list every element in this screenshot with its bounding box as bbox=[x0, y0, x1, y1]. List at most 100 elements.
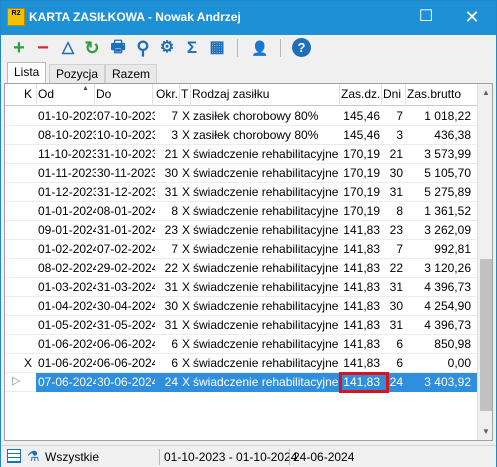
header-k[interactable]: K bbox=[24, 87, 32, 101]
status-date: 24-06-2024 bbox=[293, 450, 355, 464]
cell-zas-dz: 170,19 bbox=[343, 204, 380, 218]
cell-k: X bbox=[24, 356, 33, 370]
table-row[interactable]: 01-06-2024 06-06-2024 6 Xświadczenie rehabi… bbox=[5, 335, 477, 354]
cell-okr: 22 bbox=[164, 261, 178, 275]
header-divider bbox=[152, 84, 153, 106]
table-row[interactable]: 01-04-2024 30-04-2024 30 Xświadczenie rehab… bbox=[5, 297, 477, 316]
filter-icon[interactable]: ⚗ bbox=[27, 448, 40, 465]
cell-zas-brutto: 850,98 bbox=[434, 337, 471, 351]
add-icon[interactable]: + bbox=[9, 38, 29, 58]
allowance-grid[interactable]: K Od ▲ Do Okr. T Rodzaj zasiłku Zas.dz. … bbox=[4, 83, 493, 441]
settings-icon[interactable]: ⚙ bbox=[157, 38, 177, 58]
cell-dni: 8 bbox=[396, 204, 403, 218]
header-divider bbox=[405, 84, 406, 106]
app-icon: R2 bbox=[7, 8, 25, 26]
header-zas-brutto[interactable]: Zas.brutto bbox=[407, 87, 461, 101]
tab-pozycja[interactable]: Pozycja bbox=[49, 64, 106, 83]
cell-zas-brutto: 3 262,09 bbox=[424, 223, 471, 237]
header-zas-dz[interactable]: Zas.dz. bbox=[341, 87, 380, 101]
scroll-up-icon[interactable]: ▲ bbox=[478, 84, 492, 101]
table-row[interactable]: 01-12-2023 31-12-2023 31 Xświadczenie rehab… bbox=[5, 183, 477, 202]
cell-okr: 21 bbox=[164, 147, 178, 161]
cell-dni: 23 bbox=[389, 223, 403, 237]
cell-zas-brutto: 992,81 bbox=[434, 242, 471, 256]
status-separator bbox=[159, 449, 160, 465]
cell-t: X bbox=[182, 223, 191, 237]
table-row[interactable]: 01-11-2023 30-11-2023 30 Xświadczenie rehab… bbox=[5, 164, 477, 183]
cell-rodzaj: świadczenie rehabilitacyjne 90 bbox=[193, 185, 339, 199]
cell-do: 06-06-2024 bbox=[97, 356, 155, 370]
remove-icon[interactable]: − bbox=[33, 38, 53, 58]
cell-od: 01-03-2024 bbox=[38, 280, 96, 294]
cell-do: 29-02-2024 bbox=[97, 261, 155, 275]
cell-od: 01-01-2024 bbox=[38, 204, 96, 218]
cell-do: 30-11-2023 bbox=[97, 166, 155, 180]
scroll-thumb[interactable] bbox=[480, 259, 492, 411]
cell-dni: 22 bbox=[389, 261, 403, 275]
cell-do: 31-01-2024 bbox=[97, 223, 155, 237]
cell-do: 07-10-2023 bbox=[97, 109, 155, 123]
cell-do: 06-06-2024 bbox=[97, 337, 155, 351]
cell-do: 30-06-2024 bbox=[97, 375, 155, 389]
cell-zas-dz: 141,83 bbox=[343, 261, 380, 275]
cell-zas-brutto: 4 396,73 bbox=[424, 318, 471, 332]
cell-od: 01-04-2024 bbox=[38, 299, 96, 313]
grid-icon[interactable] bbox=[7, 449, 21, 463]
cell-zas-brutto: 1 361,52 bbox=[424, 204, 471, 218]
user-add-icon[interactable]: 👤 bbox=[250, 38, 270, 58]
table-row[interactable]: 01-03-2024 31-03-2024 31 Xświadczenie rehab… bbox=[5, 278, 477, 297]
table-row[interactable]: 11-10-2023 31-10-2023 21 Xświadczenie rehab… bbox=[5, 145, 477, 164]
cell-t: X bbox=[182, 337, 191, 351]
search-icon[interactable]: ⚲ bbox=[133, 38, 153, 58]
cell-dni: 6 bbox=[396, 337, 403, 351]
cell-okr: 7 bbox=[171, 242, 178, 256]
table-row[interactable]: X 01-06-2024 06-06-2024 6 Xświadczenie rehab… bbox=[5, 354, 477, 373]
tab-razem[interactable]: Razem bbox=[105, 64, 158, 83]
header-od[interactable]: Od bbox=[38, 87, 54, 101]
window-title: KARTA ZASIŁKOWA - Nowak Andrzej bbox=[29, 10, 241, 24]
cell-rodzaj: świadczenie rehabilitacyjne 75 bbox=[193, 318, 339, 332]
scroll-down-icon[interactable]: ▼ bbox=[478, 423, 492, 440]
cell-t: X bbox=[182, 109, 191, 123]
table-row[interactable]: 01-10-2023 07-10-2023 7 Xzasiłek chorobowy … bbox=[5, 107, 477, 126]
table-row[interactable]: 08-10-2023 10-10-2023 3 Xzasiłek chorobowy … bbox=[5, 126, 477, 145]
cell-t: X bbox=[182, 166, 191, 180]
table-row[interactable]: 01-05-2024 31-05-2024 31 Xświadczenie rehab… bbox=[5, 316, 477, 335]
cell-zas-dz: 141,83 bbox=[343, 242, 380, 256]
table-row[interactable]: ▷ 07-06-2024 30-06-2024 24 Xświadczenie reha… bbox=[5, 372, 477, 393]
header-okr[interactable]: Okr. bbox=[156, 87, 178, 101]
header-dni[interactable]: Dni bbox=[383, 87, 401, 101]
title-bar[interactable]: R2 KARTA ZASIŁKOWA - Nowak Andrzej ☐ ✕ bbox=[1, 1, 496, 35]
cell-t: X bbox=[182, 261, 191, 275]
cell-zas-dz: 141,83 bbox=[343, 318, 380, 332]
cell-zas-dz: 145,46 bbox=[343, 109, 380, 123]
cell-zas-brutto: 3 403,92 bbox=[424, 375, 471, 389]
header-rodzaj[interactable]: Rodzaj zasiłku bbox=[192, 87, 269, 101]
cell-okr: 24 bbox=[164, 375, 178, 389]
cell-do: 07-02-2024 bbox=[97, 242, 155, 256]
refresh-icon[interactable]: ↻ bbox=[82, 38, 102, 58]
vertical-scrollbar[interactable]: ▲ ▼ bbox=[477, 84, 492, 440]
tab-lista[interactable]: Lista bbox=[7, 62, 47, 83]
header-t[interactable]: T bbox=[181, 87, 188, 101]
cell-rodzaj: zasiłek chorobowy 80% bbox=[193, 109, 319, 123]
columns-icon[interactable]: ▦ bbox=[207, 38, 227, 58]
cell-zas-brutto: 0,00 bbox=[447, 356, 471, 370]
table-row[interactable]: 01-02-2024 07-02-2024 7 Xświadczenie rehabi… bbox=[5, 240, 477, 259]
cell-zas-dz: 170,19 bbox=[343, 166, 380, 180]
filter-label[interactable]: Wszystkie bbox=[45, 450, 99, 464]
header-do[interactable]: Do bbox=[96, 87, 111, 101]
close-button[interactable]: ✕ bbox=[449, 1, 495, 35]
cell-dni: 30 bbox=[389, 166, 403, 180]
table-row[interactable]: 08-02-2024 29-02-2024 22 Xświadczenie rehab… bbox=[5, 259, 477, 278]
help-icon[interactable]: ? bbox=[292, 38, 311, 57]
maximize-button[interactable]: ☐ bbox=[403, 1, 449, 35]
status-separator bbox=[289, 449, 290, 465]
print-icon[interactable]: 🖶 bbox=[108, 38, 128, 58]
cell-okr: 8 bbox=[171, 204, 178, 218]
table-row[interactable]: 09-01-2024 31-01-2024 23 Xświadczenie rehab… bbox=[5, 221, 477, 240]
table-row[interactable]: 01-01-2024 08-01-2024 8 Xświadczenie rehabi… bbox=[5, 202, 477, 221]
sum-icon[interactable]: Σ bbox=[182, 38, 202, 58]
cell-zas-brutto: 4 396,73 bbox=[424, 280, 471, 294]
warning-icon[interactable]: △ bbox=[58, 38, 78, 58]
